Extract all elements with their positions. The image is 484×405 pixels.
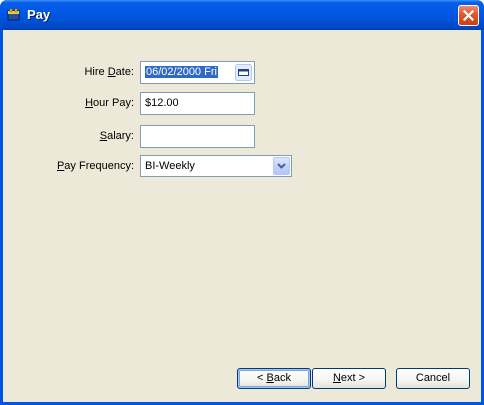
hire-date-row: Hire Date: 06/02/2000 Fri — [3, 61, 481, 84]
salary-row: Salary: — [3, 125, 481, 148]
salary-input[interactable] — [140, 125, 255, 148]
pay-frequency-row: Pay Frequency: BI-Weekly — [3, 155, 481, 177]
back-button[interactable]: < Back — [237, 368, 311, 389]
hour-pay-input[interactable]: $12.00 — [140, 92, 255, 115]
next-button[interactable]: Next > — [312, 368, 386, 389]
pay-dialog-window: Pay Hire Date: 06/02/2000 Fri Hour Pay: … — [0, 0, 484, 405]
chevron-down-icon[interactable] — [273, 157, 290, 175]
title-bar[interactable]: Pay — [0, 0, 484, 30]
pay-app-icon — [6, 7, 22, 23]
calendar-icon[interactable] — [235, 64, 252, 81]
pay-frequency-select[interactable]: BI-Weekly — [140, 155, 292, 177]
hire-date-picker[interactable]: 06/02/2000 Fri — [140, 61, 255, 84]
close-icon — [463, 10, 474, 21]
window-title: Pay — [27, 7, 51, 22]
hour-pay-label: Hour Pay: — [85, 97, 134, 109]
hour-pay-row: Hour Pay: $12.00 — [3, 92, 481, 115]
hire-date-label: Hire Date: — [84, 66, 134, 78]
close-button[interactable] — [458, 5, 479, 26]
cancel-button[interactable]: Cancel — [396, 368, 470, 389]
dialog-client-area: Hire Date: 06/02/2000 Fri Hour Pay: $12.… — [3, 30, 481, 402]
hire-date-value: 06/02/2000 Fri — [145, 66, 218, 78]
pay-frequency-value: BI-Weekly — [145, 160, 195, 172]
salary-label: Salary: — [99, 130, 134, 142]
pay-frequency-label: Pay Frequency: — [56, 160, 134, 172]
